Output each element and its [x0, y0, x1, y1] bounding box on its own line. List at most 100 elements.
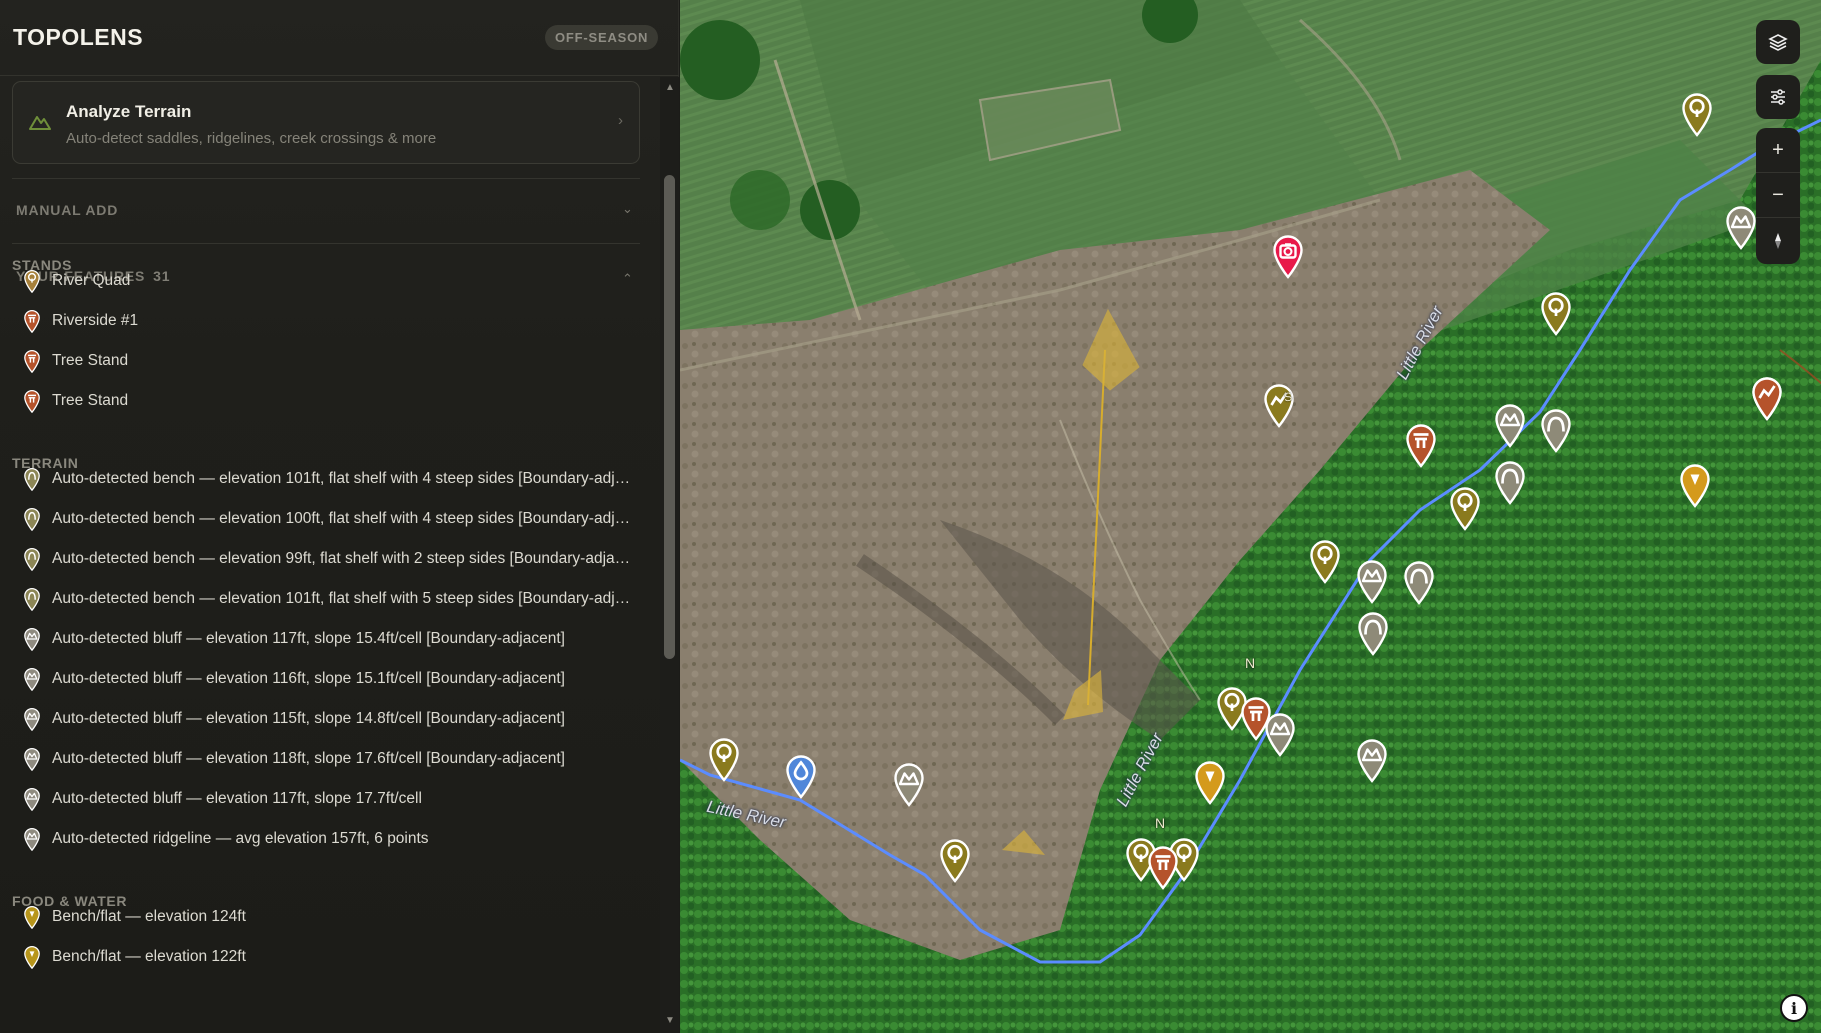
map-marker-tree[interactable] — [1307, 538, 1343, 589]
stand-icon-pin — [22, 349, 42, 374]
feature-list-item[interactable]: Auto-detected bench — elevation 99ft, fl… — [22, 541, 632, 577]
bluff-icon — [24, 748, 40, 772]
map-marker-stand[interactable] — [1403, 422, 1439, 473]
marker-trail-icon — [1264, 384, 1294, 428]
map-marker-food[interactable] — [1677, 462, 1713, 513]
compass-icon — [1775, 232, 1781, 249]
filters-button[interactable] — [1756, 75, 1800, 119]
north-label: N — [1245, 655, 1256, 671]
zoom-in-button[interactable]: + — [1756, 128, 1800, 173]
marker-saddle-icon — [1404, 561, 1434, 605]
layers-button[interactable] — [1756, 20, 1800, 64]
satellite-imagery — [680, 0, 1821, 1033]
bench-icon — [24, 588, 40, 612]
feature-panel[interactable]: Analyze Terrain Auto-detect saddles, rid… — [0, 77, 660, 1033]
chevron-right-icon: › — [618, 112, 623, 129]
feature-label: Auto-detected bluff — elevation 118ft, s… — [52, 750, 565, 767]
mountain-icon — [29, 116, 51, 130]
marker-saddle-icon — [1541, 409, 1571, 453]
map-marker-terrain[interactable] — [1355, 610, 1391, 661]
marker-tree-icon — [1450, 487, 1480, 531]
map-marker-water[interactable] — [783, 753, 819, 804]
manual-add-header[interactable]: MANUAL ADD — [16, 202, 118, 218]
map-marker-terrain[interactable] — [1723, 204, 1759, 255]
scroll-thumb[interactable] — [664, 175, 675, 659]
stand-icon-pin — [22, 309, 42, 334]
info-button[interactable]: i — [1780, 994, 1808, 1022]
map-marker-terrain[interactable] — [891, 761, 927, 812]
food-icon — [24, 906, 40, 930]
feature-list-item[interactable]: Auto-detected ridgeline — avg elevation … — [22, 821, 632, 857]
map-marker-tree[interactable] — [1261, 382, 1297, 433]
map-marker-tree[interactable] — [706, 736, 742, 787]
chevron-down-icon[interactable]: ⌄ — [622, 201, 633, 217]
tree-icon-pin — [22, 269, 42, 294]
scroll-up-icon[interactable]: ▲ — [665, 82, 675, 93]
feature-list-item[interactable]: River Quad — [22, 263, 632, 299]
feature-list-item[interactable]: Auto-detected bluff — elevation 116ft, s… — [22, 661, 632, 697]
map-marker-food[interactable] — [1192, 759, 1228, 810]
marker-bluff-icon — [1726, 206, 1756, 250]
map-view[interactable]: Little River Little River Little River N… — [680, 0, 1821, 1033]
feature-label: Auto-detected bluff — elevation 115ft, s… — [52, 710, 565, 727]
feature-label: Tree Stand — [52, 392, 129, 409]
stand-icon — [24, 310, 40, 334]
marker-saddle-icon — [1495, 461, 1525, 505]
map-marker-stand[interactable] — [1749, 375, 1785, 426]
bluff-icon — [24, 788, 40, 812]
feature-list-item[interactable]: Bench/flat — elevation 124ft — [22, 899, 632, 935]
feature-list-item[interactable]: Auto-detected bluff — elevation 118ft, s… — [22, 741, 632, 777]
map-marker-terrain[interactable] — [1354, 558, 1390, 609]
map-marker-terrain[interactable] — [1401, 559, 1437, 610]
feature-label: Auto-detected bench — elevation 101ft, f… — [52, 590, 632, 607]
feature-list-item[interactable]: Riverside #1 — [22, 303, 632, 339]
analyze-title: Analyze Terrain — [66, 102, 192, 121]
feature-list-item[interactable]: Bench/flat — elevation 122ft — [22, 939, 632, 975]
feature-list-item[interactable]: Auto-detected bench — elevation 101ft, f… — [22, 461, 632, 497]
marker-trail-icon — [1752, 377, 1782, 421]
map-marker-terrain[interactable] — [1492, 402, 1528, 453]
stand-icon — [24, 350, 40, 374]
map-marker-camera[interactable] — [1270, 233, 1306, 284]
bench-icon-pin — [22, 587, 42, 612]
layers-icon — [1768, 34, 1788, 51]
bluff-icon-pin — [22, 627, 42, 652]
feature-list-item[interactable]: Tree Stand — [22, 343, 632, 379]
compass-button[interactable] — [1756, 218, 1800, 263]
zoom-out-button[interactable]: − — [1756, 173, 1800, 218]
map-marker-terrain[interactable] — [1262, 711, 1298, 762]
scroll-down-icon[interactable]: ▼ — [665, 1015, 675, 1026]
marker-water-icon — [786, 755, 816, 799]
feature-list-item[interactable]: Auto-detected bench — elevation 100ft, f… — [22, 501, 632, 537]
stand-icon-pin — [22, 389, 42, 414]
bench-icon-pin — [22, 467, 42, 492]
bearing-label: S — [1283, 389, 1293, 405]
feature-list-item[interactable]: Auto-detected bluff — elevation 117ft, s… — [22, 621, 632, 657]
map-marker-tree[interactable] — [937, 837, 973, 888]
analyze-terrain-button[interactable]: Analyze Terrain Auto-detect saddles, rid… — [12, 81, 640, 164]
feature-list-item[interactable]: Tree Stand — [22, 383, 632, 419]
feature-label: Auto-detected bluff — elevation 117ft, s… — [52, 790, 422, 807]
map-marker-terrain[interactable] — [1538, 407, 1574, 458]
season-badge[interactable]: OFF-SEASON — [545, 25, 659, 50]
map-marker-terrain[interactable] — [1354, 737, 1390, 788]
feature-label: Auto-detected bluff — elevation 117ft, s… — [52, 630, 565, 647]
map-marker-tree[interactable] — [1679, 91, 1715, 142]
ridgeline-icon — [24, 828, 40, 852]
feature-list-item[interactable]: Auto-detected bluff — elevation 115ft, s… — [22, 701, 632, 737]
sidebar-scrollbar[interactable]: ▲ ▼ — [660, 77, 679, 1033]
map-marker-stand[interactable] — [1145, 844, 1181, 895]
marker-tree-icon — [709, 738, 739, 782]
feature-list-item[interactable]: Auto-detected bench — elevation 101ft, f… — [22, 581, 632, 617]
north-label: N — [1155, 815, 1166, 831]
marker-food-icon — [1195, 761, 1225, 805]
map-marker-tree[interactable] — [1538, 290, 1574, 341]
map-marker-terrain[interactable] — [1492, 459, 1528, 510]
marker-camera-icon — [1273, 235, 1303, 279]
marker-bluff-icon — [1357, 560, 1387, 604]
bluff-icon — [24, 708, 40, 732]
feature-label: Bench/flat — elevation 124ft — [52, 908, 246, 925]
map-marker-tree[interactable] — [1447, 485, 1483, 536]
divider — [12, 243, 640, 244]
feature-list-item[interactable]: Auto-detected bluff — elevation 117ft, s… — [22, 781, 632, 817]
